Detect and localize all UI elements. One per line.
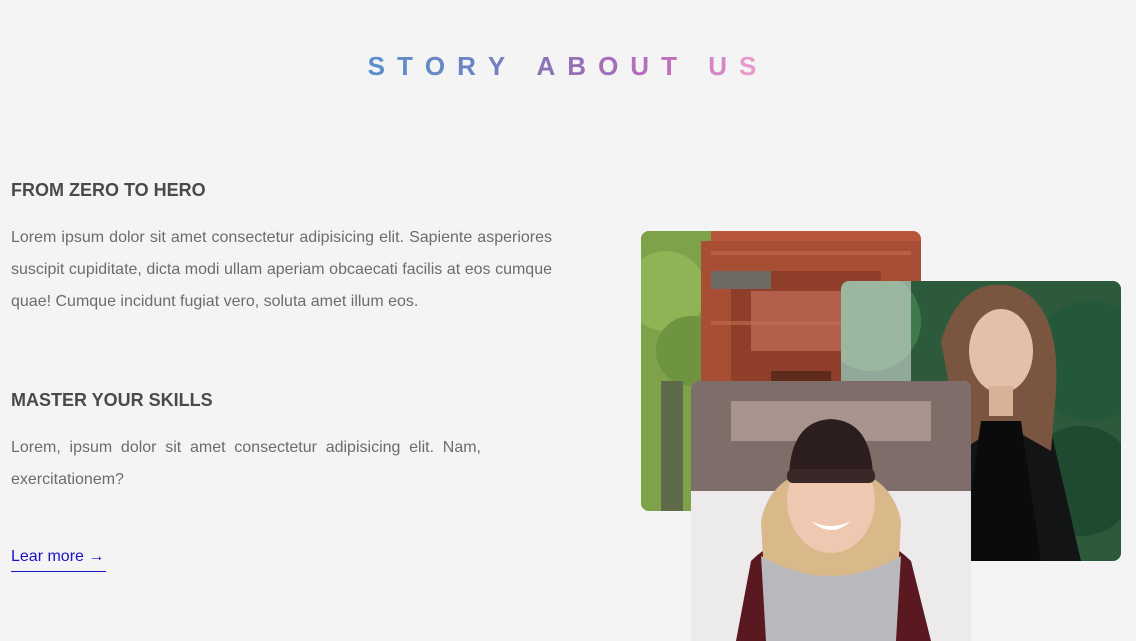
title-letter: T	[661, 51, 689, 81]
section-body-master-skills: Lorem, ipsum dolor sit amet consectetur …	[11, 439, 481, 488]
title-letter: O	[598, 51, 631, 81]
section-heading-master-skills: MASTER YOUR SKILLS	[11, 390, 213, 410]
title-letter: U	[708, 51, 739, 81]
title-letter: A	[536, 51, 568, 81]
title-letter: S	[367, 51, 398, 81]
page-title: STORY ABOUT US	[0, 48, 1136, 84]
title-letter: T	[397, 51, 425, 81]
section-heading-zero-to-hero: FROM ZERO TO HERO	[11, 180, 206, 200]
title-letter: R	[457, 51, 488, 81]
smiling-woman-beanie-photo	[691, 381, 971, 641]
title-letter	[517, 48, 536, 84]
title-letter: O	[424, 51, 458, 81]
title-letter	[689, 48, 708, 84]
title-letter: B	[567, 51, 599, 81]
section-body-zero-to-hero: Lorem ipsum dolor sit amet consectetur a…	[11, 229, 552, 310]
title-letter: Y	[487, 51, 518, 81]
title-letter: U	[630, 51, 662, 81]
title-letter: S	[738, 51, 769, 81]
learn-more-link[interactable]: Lear more →	[11, 545, 106, 572]
